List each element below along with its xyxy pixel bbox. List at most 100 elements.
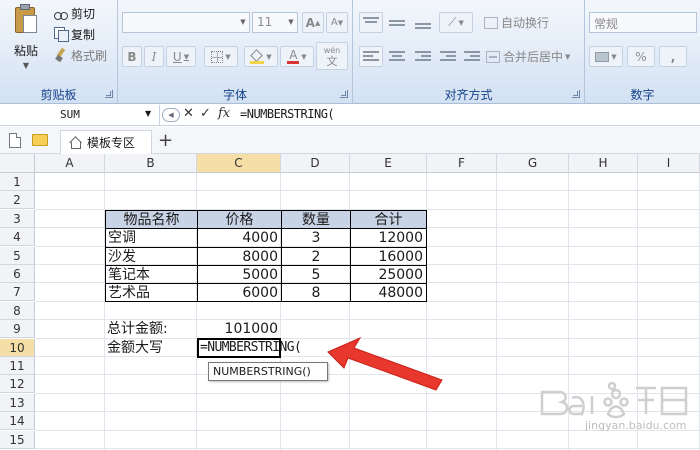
phonetic-button[interactable]: wén 文 [316, 42, 348, 70]
font-name-combo[interactable]: ▼ [122, 12, 250, 33]
row-header-12[interactable]: 12 [0, 375, 35, 394]
total-amount-value[interactable]: 101000 [197, 320, 281, 339]
font-size-combo[interactable]: 11 ▼ [252, 12, 298, 33]
align-left-button[interactable] [359, 46, 383, 67]
table-cell[interactable]: 3 [281, 228, 350, 248]
number-format-combo[interactable]: 常规 [589, 12, 697, 33]
chevron-down-icon: ▼ [145, 109, 152, 118]
active-cell-editor[interactable]: =NUMBERSTRING( [197, 337, 302, 358]
function-tooltip[interactable]: NUMBERSTRING() [208, 362, 328, 381]
underline-button[interactable]: U ▼ [166, 46, 196, 67]
column-header-i[interactable]: I [638, 154, 700, 173]
table-header-cell[interactable]: 数量 [281, 209, 350, 229]
table-cell[interactable]: 48000 [350, 283, 427, 303]
align-top-button[interactable] [359, 12, 383, 33]
table-cell[interactable]: 25000 [350, 265, 427, 284]
borders-button[interactable]: ▼ [204, 46, 238, 67]
formula-bar-toggle[interactable]: ◀ [162, 108, 180, 122]
column-header-c[interactable]: C [197, 154, 281, 173]
shrink-font-button[interactable]: A ▼ [326, 12, 348, 33]
column-header-f[interactable]: F [427, 154, 497, 173]
table-header-cell[interactable]: 合计 [350, 209, 427, 229]
wrap-text-button[interactable]: 自动换行 [483, 12, 579, 33]
row-header-8[interactable]: 8 [0, 301, 35, 320]
dialog-launcher-icon[interactable] [572, 90, 580, 98]
bold-button[interactable]: B [122, 46, 142, 67]
cancel-icon[interactable]: ✕ [183, 106, 194, 121]
table-header-cell[interactable]: 物品名称 [105, 209, 197, 229]
table-cell[interactable]: 5000 [197, 265, 281, 284]
grid-line [35, 448, 700, 449]
row-header-4[interactable]: 4 [0, 228, 35, 247]
table-cell[interactable]: 4000 [197, 228, 281, 248]
row-header-6[interactable]: 6 [0, 265, 35, 283]
column-header-d[interactable]: D [281, 154, 350, 173]
select-all-corner[interactable] [0, 154, 35, 173]
borders-icon [211, 50, 224, 63]
dialog-launcher-icon[interactable] [105, 90, 113, 98]
table-cell[interactable]: 16000 [350, 246, 427, 266]
row-header-13[interactable]: 13 [0, 393, 35, 412]
document-tab-bar: 模板专区 + [0, 127, 700, 154]
table-cell[interactable]: 2 [281, 246, 350, 266]
increase-indent-button[interactable] [461, 46, 483, 67]
merge-center-button[interactable]: 合并后居中 ▼ [485, 46, 581, 67]
table-cell[interactable]: 12000 [350, 228, 427, 248]
percent-button[interactable]: % [627, 46, 655, 67]
column-header-g[interactable]: G [497, 154, 569, 173]
open-folder-icon[interactable] [32, 134, 48, 146]
table-cell[interactable]: 8 [281, 283, 350, 303]
paste-button[interactable]: 粘贴 ▼ [6, 4, 46, 74]
table-cell[interactable]: 笔记本 [105, 265, 197, 284]
total-amount-label[interactable]: 总计金额: [105, 320, 197, 339]
accounting-format-button[interactable]: ▼ [589, 46, 623, 67]
align-bottom-button[interactable] [411, 12, 435, 33]
new-document-icon[interactable] [9, 133, 21, 148]
cut-button[interactable]: 剪切 [54, 4, 95, 22]
row-header-15[interactable]: 15 [0, 430, 35, 449]
fill-color-button[interactable]: ▼ [244, 46, 278, 67]
enter-icon[interactable]: ✓ [200, 106, 211, 121]
insert-function-icon[interactable]: fx [218, 106, 230, 121]
copy-button[interactable]: 复制 [54, 25, 95, 43]
align-center-button[interactable] [385, 46, 409, 67]
row-header-7[interactable]: 7 [0, 283, 35, 302]
column-header-a[interactable]: A [35, 154, 105, 173]
row-header-3[interactable]: 3 [0, 209, 35, 228]
row-header-5[interactable]: 5 [0, 246, 35, 265]
table-header-cell[interactable]: 价格 [197, 209, 281, 229]
amount-in-words-label[interactable]: 金额大写 [105, 339, 197, 358]
table-cell[interactable]: 艺术品 [105, 283, 197, 303]
align-right-button[interactable] [411, 46, 435, 67]
table-cell[interactable]: 6000 [197, 283, 281, 303]
column-header-b[interactable]: B [105, 154, 197, 173]
row-header-2[interactable]: 2 [0, 191, 35, 210]
row-header-1[interactable]: 1 [0, 173, 35, 191]
table-cell[interactable]: 沙发 [105, 246, 197, 266]
tab-label: 模板专区 [87, 136, 136, 150]
row-header-11[interactable]: 11 [0, 357, 35, 375]
column-header-e[interactable]: E [350, 154, 427, 173]
align-middle-button[interactable] [385, 12, 409, 33]
table-cell[interactable]: 5 [281, 265, 350, 284]
align-bottom-icon [415, 17, 431, 29]
row-header-14[interactable]: 14 [0, 412, 35, 431]
dialog-launcher-icon[interactable] [340, 90, 348, 98]
row-header-10[interactable]: 10 [0, 338, 35, 357]
table-cell[interactable]: 8000 [197, 246, 281, 266]
align-center-icon [389, 50, 405, 63]
formula-input[interactable]: =NUMBERSTRING( [240, 107, 335, 121]
column-header-h[interactable]: H [569, 154, 638, 173]
grow-font-button[interactable]: A ▲ [302, 12, 324, 33]
font-color-button[interactable]: A ▼ [280, 46, 314, 67]
format-painter-button[interactable]: 格式刷 [54, 46, 107, 64]
italic-button[interactable]: I [144, 46, 164, 67]
new-tab-button[interactable]: + [158, 130, 173, 151]
orientation-button[interactable]: ⟋ ▼ [439, 12, 473, 33]
row-header-9[interactable]: 9 [0, 320, 35, 339]
tab-template-zone[interactable]: 模板专区 [60, 130, 152, 154]
decrease-indent-button[interactable] [437, 46, 459, 67]
name-box[interactable]: SUM ▼ [0, 105, 160, 125]
comma-button[interactable]: , [659, 46, 687, 67]
table-cell[interactable]: 空调 [105, 228, 197, 248]
